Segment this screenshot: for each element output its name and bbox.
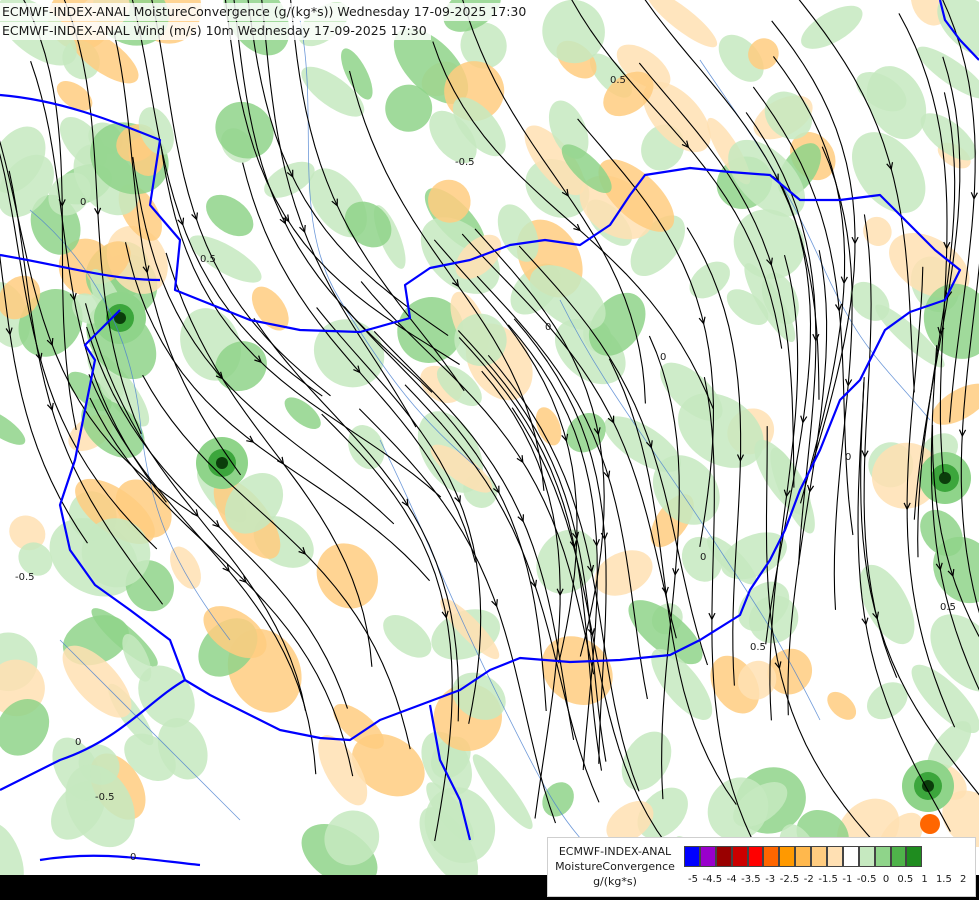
legend-ticks: -5 -4.5 -4 -3.5 -3 -2.5 -2 -1.5 -1 -0.5 0 0.5 1 1.5 2 — [684, 874, 974, 888]
legend-tick-label: -2 — [803, 874, 814, 885]
legend-swatch — [811, 846, 828, 867]
legend-swatch — [858, 846, 875, 867]
wind-title: ECMWF-INDEX-ANAL Wind (m/s) 10m Wednesda… — [0, 22, 431, 40]
legend-tick-label: -1.5 — [818, 874, 838, 885]
legend-tick-label: -2.5 — [779, 874, 800, 885]
color-legend: ECMWF-INDEX-ANAL MoistureConvergence g/(… — [547, 837, 976, 897]
moisture-convergence-map: 0 0.5 -0.5 0 0.5 0 -0.5 0 0.5 0 -0.5 0 0.5 0 — [0, 0, 979, 875]
legend-swatch — [890, 846, 907, 867]
map-view: 0 0.5 -0.5 0 0.5 0 -0.5 0 0.5 0 -0.5 0 0.5 0 ECMWF-IN… — [0, 0, 979, 900]
legend-tick-label: -0.5 — [856, 874, 877, 885]
legend-tick-label: 1.5 — [935, 874, 952, 885]
legend-unit: g/(kg*s) — [593, 875, 637, 888]
legend-model: ECMWF-INDEX-ANAL — [558, 845, 672, 858]
contour-label: 0 — [130, 852, 136, 863]
legend-swatch — [779, 846, 796, 867]
legend-swatch — [906, 846, 923, 867]
contour-label: 0.5 — [940, 602, 956, 613]
legend-swatch — [699, 846, 716, 867]
contour-label: 0 — [660, 352, 666, 363]
legend-tick-label: 2 — [960, 874, 967, 885]
legend-swatch — [684, 846, 700, 867]
contour-label: -0.5 — [15, 572, 35, 583]
legend-swatch — [842, 846, 859, 867]
legend-swatches — [684, 846, 923, 867]
legend-swatch — [827, 846, 843, 867]
divergence-core — [920, 814, 940, 834]
legend-swatch — [715, 846, 732, 867]
legend-tick-label: -3 — [765, 874, 776, 885]
contour-label: 0 — [700, 552, 706, 563]
legend-tick-label: -4.5 — [702, 874, 723, 885]
contour-label: 0 — [845, 452, 851, 463]
convergence-peak — [216, 457, 228, 469]
legend-tick-label: 1 — [921, 874, 928, 885]
legend-tick-label: -5 — [688, 874, 698, 885]
legend-tick-label: 0 — [882, 874, 890, 885]
contour-label: 0 — [80, 197, 86, 208]
convergence-peak — [939, 472, 951, 484]
legend-variable: MoistureConvergence — [555, 860, 675, 873]
contour-label: -0.5 — [95, 792, 115, 803]
contour-label: -0.5 — [455, 157, 475, 168]
legend-tick-label: 0.5 — [897, 874, 914, 885]
contour-label: 0 — [75, 737, 81, 748]
legend-swatch — [763, 846, 780, 867]
legend-swatch — [795, 846, 812, 867]
legend-tick-label: -1 — [842, 874, 853, 885]
legend-tick-label: -4 — [726, 874, 737, 885]
moisture-title: ECMWF-INDEX-ANAL MoistureConvergence (g/… — [0, 3, 531, 21]
contour-label: 0.5 — [750, 642, 766, 653]
contour-label: 0.5 — [610, 75, 626, 86]
legend-label: ECMWF-INDEX-ANAL MoistureConvergence g/(… — [548, 844, 682, 889]
legend-swatch — [874, 846, 891, 867]
contour-label: 0.5 — [200, 254, 216, 265]
legend-swatch — [731, 846, 748, 867]
legend-swatch — [747, 846, 764, 867]
contour-label: 0 — [545, 322, 551, 333]
legend-tick-label: -3.5 — [741, 874, 761, 885]
